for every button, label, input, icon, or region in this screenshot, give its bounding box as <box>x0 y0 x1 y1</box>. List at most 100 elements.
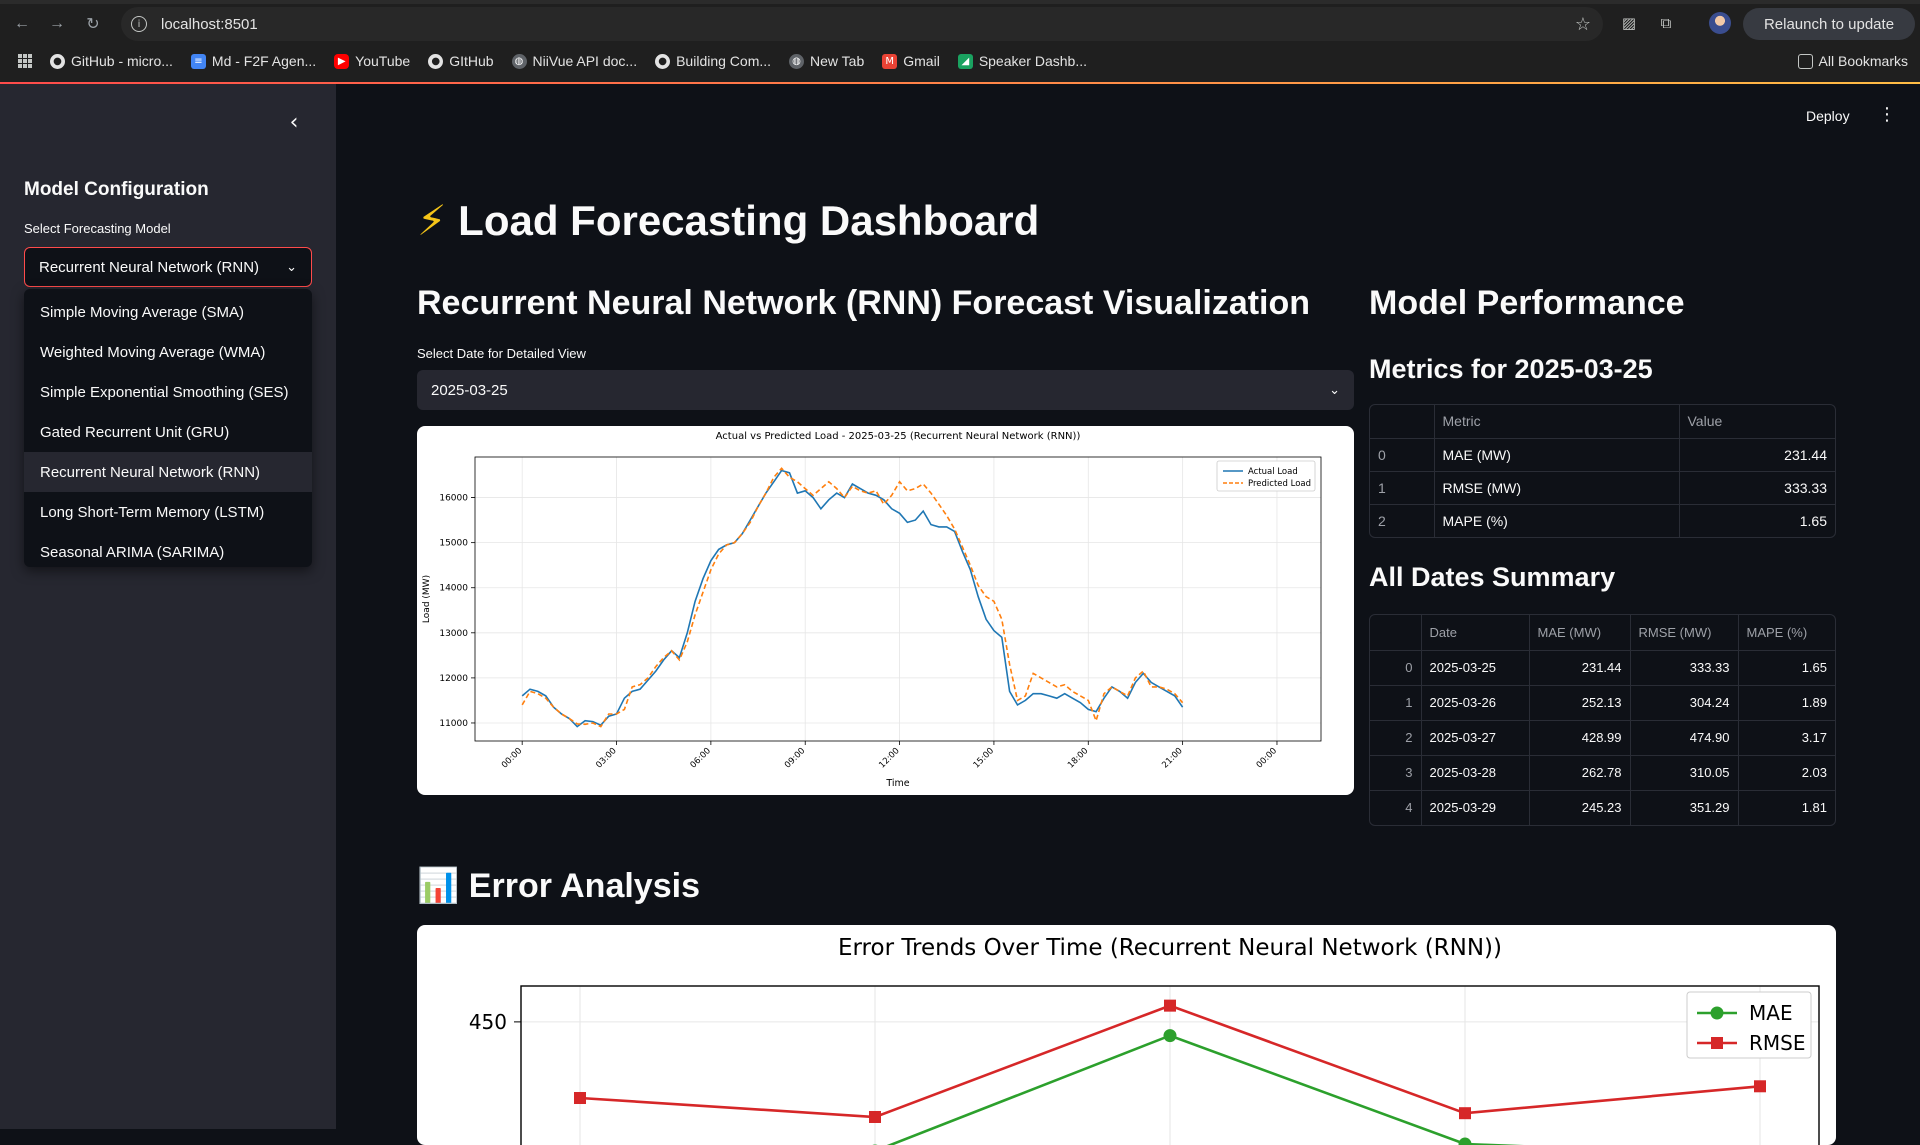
chevron-down-icon: ⌄ <box>1329 382 1340 398</box>
summary-title: All Dates Summary <box>1369 562 1616 592</box>
error-analysis-title: 📊 Error Analysis <box>417 866 700 906</box>
bookmark-youtube[interactable]: ▶ YouTube <box>334 53 410 69</box>
site-info-icon[interactable]: i <box>131 16 147 32</box>
cell-mape: 1.89 <box>1738 685 1835 721</box>
y-tick-label: 16000 <box>439 494 468 504</box>
summary-header-mape[interactable]: MAPE (%) <box>1738 615 1835 651</box>
address-bar[interactable]: i localhost:8501 ☆ <box>121 7 1603 41</box>
metric-name: MAPE (%) <box>1434 504 1680 537</box>
bar-chart-icon: 📊 <box>417 866 460 906</box>
model-option-gru[interactable]: Gated Recurrent Unit (GRU) <box>24 412 312 452</box>
deploy-button[interactable]: Deploy <box>1806 108 1850 124</box>
predicted-load-line <box>521 467 1184 728</box>
rmse-point <box>1754 1080 1766 1093</box>
bookmark-label: Speaker Dashb... <box>978 53 1087 69</box>
page-title: ⚡ Load Forecasting Dashboard <box>417 196 1039 245</box>
extensions-puzzle-icon[interactable]: ⧉ <box>1655 12 1677 34</box>
metrics-title: Metrics for 2025-03-25 <box>1369 354 1653 384</box>
main-content: Deploy ⋮ ⚡ Load Forecasting Dashboard Re… <box>336 84 1920 1145</box>
reload-icon[interactable]: ↻ <box>79 10 107 38</box>
model-select-label: Select Forecasting Model <box>24 221 171 236</box>
summary-table: Date MAE (MW) RMSE (MW) MAPE (%) 0 2025-0… <box>1369 614 1836 826</box>
bookmark-label: Building Com... <box>676 53 772 69</box>
x-tick-label: 15:00 <box>972 746 996 770</box>
x-tick-label: 03:00 <box>594 746 618 770</box>
rmse-point <box>869 1110 881 1123</box>
tab-strip-edge <box>0 0 1920 4</box>
bookmark-github[interactable]: ● GItHub <box>428 53 494 69</box>
x-tick-label: 21:00 <box>1160 746 1184 770</box>
bookmark-building-com[interactable]: ● Building Com... <box>655 53 771 69</box>
bookmark-label: Md - F2F Agen... <box>211 53 317 69</box>
forecast-chart: Actual vs Predicted Load - 2025-03-25 (R… <box>417 426 1354 795</box>
cell-mae: 262.78 <box>1529 755 1631 791</box>
cell-mae: 245.23 <box>1529 790 1631 825</box>
summary-header-index[interactable] <box>1370 615 1422 651</box>
all-bookmarks-button[interactable]: All Bookmarks <box>1797 48 1908 74</box>
error-trend-chart: Error Trends Over Time (Recurrent Neural… <box>417 925 1836 1145</box>
error-trend-chart-svg: Error Trends Over Time (Recurrent Neural… <box>469 935 1820 1145</box>
bookmark-star-icon[interactable]: ☆ <box>1575 14 1591 35</box>
actual-load-line <box>521 469 1184 728</box>
back-icon[interactable]: ← <box>8 10 36 38</box>
model-option-wma[interactable]: Weighted Moving Average (WMA) <box>24 332 312 372</box>
model-option-sarima[interactable]: Seasonal ARIMA (SARIMA) <box>24 532 312 572</box>
table-row: 2 MAPE (%) 1.65 <box>1370 504 1835 537</box>
bookmark-label: Gmail <box>903 53 940 69</box>
bookmark-label: New Tab <box>810 53 865 69</box>
y-tick-label: 11000 <box>439 719 468 729</box>
extension-icon[interactable]: ▨ <box>1618 12 1640 34</box>
model-option-rnn[interactable]: Recurrent Neural Network (RNN) <box>24 452 312 492</box>
cell-rmse: 351.29 <box>1630 790 1739 825</box>
apps-grid-icon[interactable] <box>18 54 32 68</box>
table-row: 1 2025-03-26 252.13 304.24 1.89 <box>1370 685 1835 721</box>
summary-header-rmse[interactable]: RMSE (MW) <box>1630 615 1739 651</box>
gmail-icon: M <box>882 53 898 69</box>
cell-date: 2025-03-26 <box>1421 685 1530 721</box>
bookmark-speaker-dash[interactable]: ◢ Speaker Dashb... <box>957 53 1087 69</box>
cell-mape: 1.81 <box>1801 800 1827 816</box>
summary-header-date[interactable]: Date <box>1421 615 1530 651</box>
folder-icon <box>1797 53 1813 69</box>
model-select-value: Recurrent Neural Network (RNN) <box>39 258 260 276</box>
bookmark-new-tab[interactable]: ◍ New Tab <box>789 53 864 69</box>
error-analysis-title-text: Error Analysis <box>468 867 700 905</box>
sidebar: ‹ Model Configuration Select Forecasting… <box>0 84 336 1129</box>
x-axis-label: Time <box>885 778 909 789</box>
cell-mape: 1.65 <box>1738 650 1835 686</box>
metrics-header-metric[interactable]: Metric <box>1434 405 1680 439</box>
metrics-header-index[interactable] <box>1370 405 1435 439</box>
date-select[interactable]: 2025-03-25 ⌄ <box>417 370 1354 410</box>
model-option-sma[interactable]: Simple Moving Average (SMA) <box>24 292 312 332</box>
profile-avatar[interactable] <box>1709 12 1731 34</box>
forecast-viz-title: Recurrent Neural Network (RNN) Forecast … <box>417 284 1311 322</box>
docs-icon: ≡ <box>190 53 206 69</box>
summary-header-mae[interactable]: MAE (MW) <box>1529 615 1631 651</box>
legend-label: RMSE <box>1749 1031 1805 1055</box>
row-index: 1 <box>1370 471 1435 505</box>
forward-icon[interactable]: → <box>43 10 71 38</box>
metrics-header-value[interactable]: Value <box>1679 405 1835 439</box>
rmse-point <box>574 1092 586 1105</box>
cell-mae: 231.44 <box>1529 650 1631 686</box>
bookmark-github-micro[interactable]: ● GitHub - micro... <box>50 53 173 69</box>
bookmark-gmail[interactable]: M Gmail <box>882 53 940 69</box>
rmse-point <box>1459 1107 1471 1120</box>
y-tick-label: 12000 <box>439 674 468 684</box>
bookmark-niivue[interactable]: ◍ NiiVue API doc... <box>511 53 637 69</box>
address-url[interactable]: localhost:8501 <box>161 16 258 33</box>
row-index: 2 <box>1370 720 1422 756</box>
bookmark-label: YouTube <box>355 53 411 69</box>
browser-toolbar: ← → ↻ i localhost:8501 ☆ ▨ ⧉ Relaunch to… <box>0 0 1920 84</box>
legend-label: Predicted Load <box>1248 479 1311 489</box>
bookmark-md-f2f[interactable]: ≡ Md - F2F Agen... <box>190 53 317 69</box>
model-option-ses[interactable]: Simple Exponential Smoothing (SES) <box>24 372 312 412</box>
cell-rmse: 333.33 <box>1630 650 1739 686</box>
model-option-lstm[interactable]: Long Short-Term Memory (LSTM) <box>24 492 312 532</box>
model-select[interactable]: Recurrent Neural Network (RNN) ⌄ <box>24 247 312 287</box>
main-menu-icon[interactable]: ⋮ <box>1878 104 1896 125</box>
bookmark-label: GItHub <box>449 53 494 69</box>
collapse-sidebar-icon[interactable]: ‹ <box>282 110 306 135</box>
bookmarks-bar: ● GitHub - micro... ≡ Md - F2F Agen... ▶ Yo… <box>0 48 1920 74</box>
relaunch-button[interactable]: Relaunch to update <box>1743 8 1915 40</box>
